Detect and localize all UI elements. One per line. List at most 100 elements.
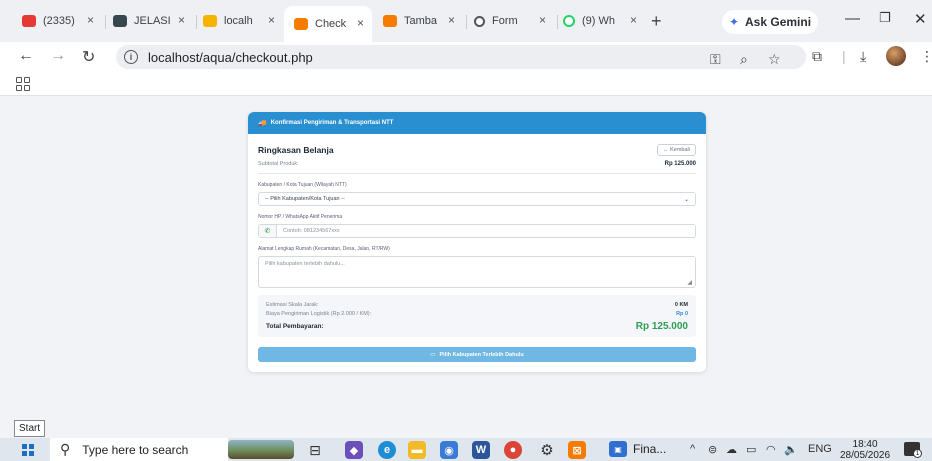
store-icon[interactable]: ◉ [440,441,458,459]
truck-icon: 🚚 [258,120,267,127]
forward-arrow-icon[interactable]: → [50,47,66,65]
tab-localhost[interactable]: localh × [203,7,283,35]
bookmark-star-icon[interactable]: ☆ [768,51,781,68]
taskbar-app-label: Fina... [633,442,667,456]
chevron-up-icon[interactable]: ^ [690,443,695,455]
tab-whatsapp[interactable]: (9) Wh × [563,7,645,35]
tab-checkout[interactable]: Check × [284,6,372,42]
app-window-icon: ▣ [609,441,627,457]
volume-icon[interactable]: 🔈 [784,443,798,456]
xampp-icon [203,15,217,27]
tab-title: localh [224,15,253,27]
tray-app-icon[interactable]: ⊜ [708,443,717,456]
page-icon [113,15,127,27]
phone-label: Nomor HP / WhatsApp Aktif Penerima [258,214,343,220]
checkout-card: 🚚 Konfirmasi Pengiriman & Transportasi N… [248,112,706,372]
edge-icon[interactable]: e [378,441,396,459]
cloud-icon[interactable]: ☁ [726,443,737,456]
taskbar-app-fina[interactable]: ▣ Fina... [609,441,666,457]
tab-form[interactable]: Form × [474,7,554,35]
tab-jelasi[interactable]: JELASI × [113,7,193,35]
cost-summary: Estimasi Skala Jarak: 0 KM Biaya Pengiri… [258,295,696,337]
restore-icon[interactable]: ❐ [879,10,891,26]
back-arrow-icon[interactable]: ← [18,47,34,65]
key-icon[interactable]: ⚿ [710,51,721,68]
address-placeholder: Pilih kabupaten terlebih dahulu... [265,261,345,267]
gemini-icon: ✦ [728,15,740,29]
search-icon: ⚲ [60,441,71,457]
gemini-label: Ask Gemini [745,15,812,29]
xampp-icon[interactable]: ⊠ [568,441,586,459]
calendar-icon: ▭ [430,351,436,358]
url-text[interactable]: localhost/aqua/checkout.php [148,50,313,65]
resize-handle-icon[interactable]: ◢ [687,279,692,286]
close-icon[interactable]: × [539,13,546,27]
submit-button[interactable]: ▭ Pilih Kabupaten Terlebih Dahulu [258,347,696,362]
tab-youtube[interactable]: (2335) × [22,7,102,35]
subtotal-row: Subtotal Produk: Rp 125.000 [258,161,696,174]
wifi-icon[interactable]: ◠ [766,443,776,456]
distance-value: 0 KM [674,301,688,308]
windows-start-icon[interactable] [22,444,34,456]
profile-avatar[interactable] [886,46,906,66]
subtotal-label: Subtotal Produk: [258,161,299,167]
file-explorer-icon[interactable]: ▬ [408,441,426,459]
battery-icon[interactable]: ▭ [746,443,756,456]
browser-tab-strip: (2335) × JELASI × localh × Check × Tamba… [0,0,932,42]
taskbar-search[interactable]: ⚲ Type here to search [50,438,228,461]
word-icon[interactable]: W [472,441,490,459]
tab-title: Form [492,15,518,27]
summary-title: Ringkasan Belanja [258,145,334,155]
chrome-icon[interactable]: ● [504,441,522,459]
tab-title: (9) Wh [582,15,615,27]
close-icon[interactable]: × [178,13,185,27]
page-content: 🚚 Konfirmasi Pengiriman & Transportasi N… [0,96,932,434]
tab-title: (2335) [43,15,75,27]
close-icon[interactable]: × [87,13,94,27]
shipping-value: Rp 0 [676,310,688,317]
card-header: 🚚 Konfirmasi Pengiriman & Transportasi N… [248,112,706,134]
reload-icon[interactable]: ↻ [82,47,95,67]
address-bar[interactable]: i localhost/aqua/checkout.php ⚿ ⌕ ☆ [116,45,806,69]
site-info-icon[interactable]: i [124,50,138,64]
notification-badge: 1 [913,449,922,458]
gear-icon [474,15,485,27]
tab-tambah[interactable]: Tamba × [383,7,463,35]
total-label: Total Pembayaran: [266,323,324,330]
search-highlight-image[interactable] [228,440,294,459]
shipping-label: Biaya Pengiriman Logistik (Rp 2.000 / KM… [266,310,372,317]
task-view-icon[interactable]: ⊟ [306,441,324,459]
back-button[interactable]: ← Kembali [657,144,696,156]
chevron-down-icon: ⌄ [683,196,689,203]
close-icon[interactable]: × [448,13,455,27]
system-clock[interactable]: 18:40 28/05/2026 [840,439,890,461]
clock-date: 28/05/2026 [840,450,891,461]
xampp-icon [294,18,308,30]
settings-gear-icon[interactable]: ⚙ [538,441,556,459]
ask-gemini-button[interactable]: ✦ Ask Gemini [722,10,818,34]
city-select[interactable]: -- Pilih Kabupaten/Kota Tujuan -- ⌄ [258,192,696,206]
download-icon[interactable]: ⤓ [860,48,866,65]
city-selected-value: -- Pilih Kabupaten/Kota Tujuan -- [265,196,345,202]
address-textarea[interactable]: Pilih kabupaten terlebih dahulu... ◢ [258,256,696,288]
windows-taskbar: ⚲ Type here to search ⊟ ◆ e ▬ ◉ W ● ⚙ ⊠ … [0,438,932,461]
tab-title: Check [315,18,347,30]
xampp-icon [383,15,397,27]
tab-title: Tamba [404,15,438,27]
menu-icon[interactable]: ⋮ [920,48,932,65]
whatsapp-icon [563,15,575,27]
minimize-icon[interactable]: — [845,10,860,27]
youtube-icon [22,15,36,27]
close-icon[interactable]: × [357,16,364,30]
close-icon[interactable]: × [630,13,637,27]
close-icon[interactable]: × [268,13,275,27]
close-window-icon[interactable]: ✕ [914,10,927,28]
tab-search-icon[interactable]: ⧉ [812,48,822,65]
zoom-icon[interactable]: ⌕ [740,51,748,68]
app-icon[interactable]: ◆ [345,441,363,459]
language-indicator[interactable]: ENG [808,443,832,455]
phone-input[interactable]: ✆ Contoh: 081234567xxx [258,224,696,238]
bookmarks-bar [0,72,932,96]
apps-grid-icon[interactable] [16,77,30,91]
new-tab-button[interactable]: + [651,11,662,32]
